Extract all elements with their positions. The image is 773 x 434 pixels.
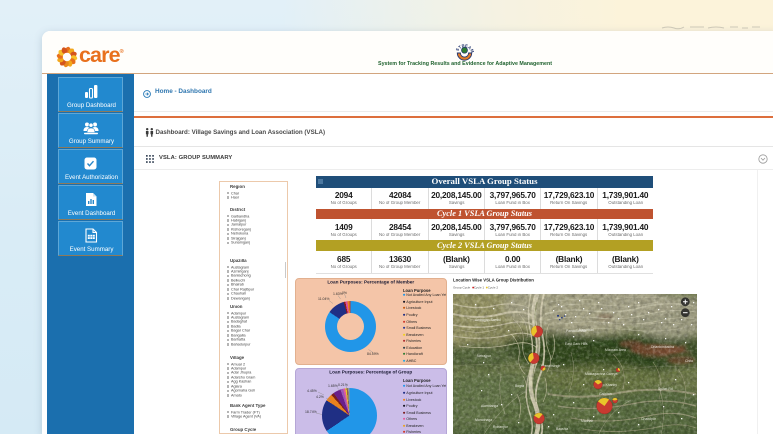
svg-text:Rohanpur: Rohanpur <box>493 425 509 429</box>
svg-text:Bogra: Bogra <box>515 384 524 388</box>
svg-text:Gaibitan: Gaibitan <box>599 392 612 396</box>
svg-text:Chandpur: Chandpur <box>641 417 657 421</box>
svg-text:Netrajpur: Netrajpur <box>477 354 492 358</box>
svg-text:Baushia: Baushia <box>556 427 568 431</box>
svg-text:East Garo Hills: East Garo Hills <box>565 342 588 346</box>
svg-text:Mizoram Area: Mizoram Area <box>605 348 626 352</box>
svg-text:Muktagachha Gareya: Muktagachha Gareya <box>585 372 618 376</box>
svg-text:Nagorbari: Nagorbari <box>579 328 594 332</box>
svg-text:Sylhet Rd: Sylhet Rd <box>658 387 673 391</box>
svg-text:Chita: Chita <box>685 359 693 363</box>
svg-text:Ambagan Samiul: Ambagan Samiul <box>475 318 501 322</box>
svg-text:Muradnaga: Muradnaga <box>475 418 492 422</box>
svg-text:Alamdanga: Alamdanga <box>481 404 498 408</box>
svg-text:Dhanbonbacha: Dhanbonbacha <box>651 345 674 349</box>
svg-text:Madhab: Madhab <box>581 419 593 423</box>
